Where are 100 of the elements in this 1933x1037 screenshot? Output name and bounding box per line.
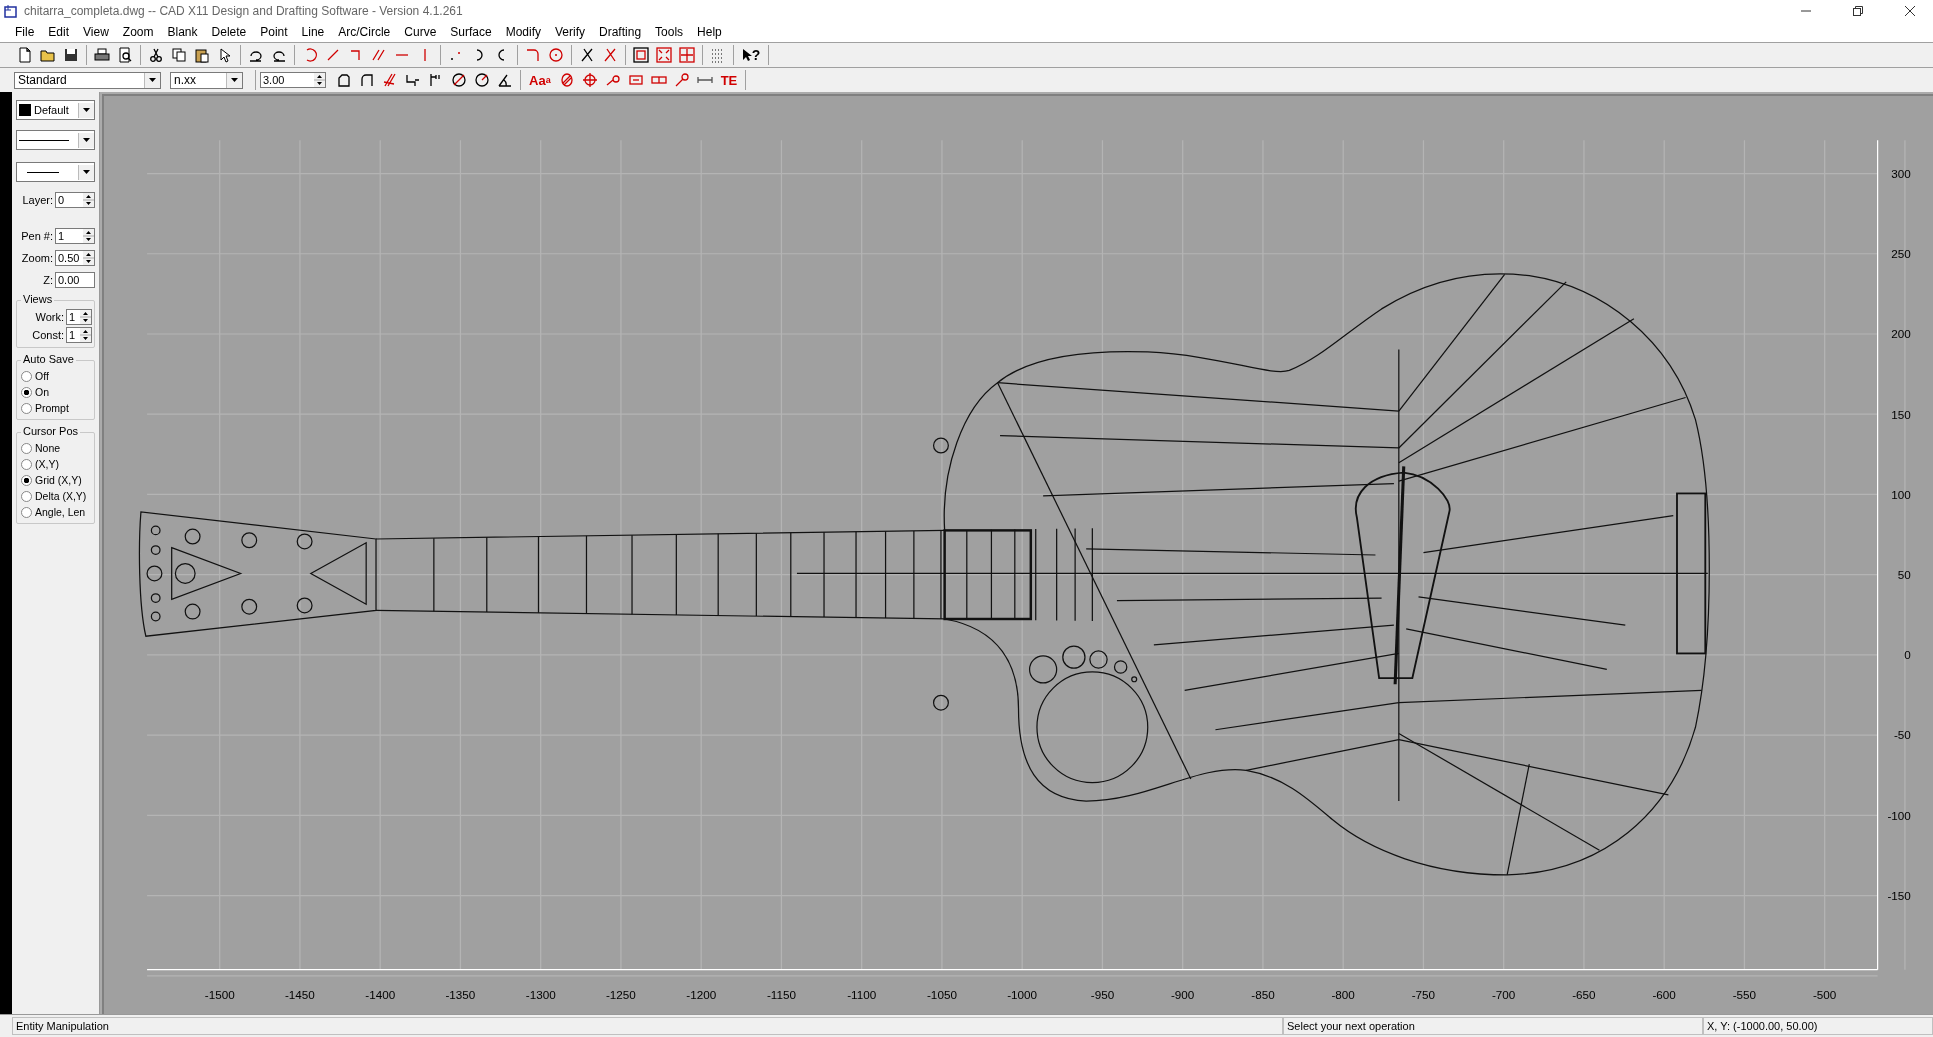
axis-label: -1050 [927, 988, 957, 1002]
spin-buttons[interactable] [314, 73, 325, 87]
radio-option[interactable]: (X,Y) [21, 457, 92, 471]
crosshair-icon [581, 72, 598, 88]
scissors-icon [148, 47, 164, 63]
menu-item[interactable]: Verify [548, 25, 593, 39]
menu-item[interactable]: Help [690, 25, 729, 39]
axis-label: -1350 [445, 988, 476, 1002]
dropdown-caret-icon [231, 78, 238, 82]
axis-label: -500 [1813, 988, 1837, 1002]
size-field[interactable]: 3.00 [260, 72, 326, 88]
spin-buttons[interactable] [83, 193, 94, 207]
print-icon [94, 47, 110, 63]
radio-option[interactable]: Prompt [21, 401, 92, 415]
drawing-canvas[interactable]: -1500 -1450 -1400 -1350 -1300 -1250 -1200 -1150 -1100 -1050 -1000 -950 -900 -850 -800 -750 -700 -650 -600 -550 -500 300 250 200 150 100 50 0 -50 -100 -150 [102, 94, 1933, 1014]
layer-field[interactable]: 0 [55, 192, 95, 208]
menu-item[interactable]: Drafting [592, 25, 649, 39]
axis-label: -50 [1893, 728, 1911, 742]
radio-option[interactable]: Grid (X,Y) [21, 473, 92, 487]
spin-buttons[interactable] [80, 328, 91, 342]
axis-label: -150 [1887, 888, 1911, 902]
work-view-field[interactable]: 1 [66, 309, 92, 325]
axis-label: -750 [1411, 988, 1436, 1002]
text-tool-button[interactable]: Aa$^{a}$ [525, 69, 555, 91]
status-prompt: Select your next operation [1283, 1017, 1703, 1035]
field-label: Zoom: [21, 252, 53, 264]
radio-option[interactable]: Delta (X,Y) [21, 489, 92, 503]
radio-option[interactable]: Off [21, 369, 92, 383]
axis-label: 250 [1891, 247, 1911, 261]
axis-label: -1400 [365, 988, 396, 1002]
line-type-icon [19, 139, 69, 141]
spin-buttons[interactable] [83, 251, 94, 265]
radio-button[interactable] [21, 458, 32, 470]
radio-button[interactable] [21, 402, 32, 414]
axis-label: -950 [1090, 988, 1115, 1002]
color-swatch [19, 104, 31, 116]
pen-field[interactable]: 1 [55, 228, 95, 244]
radio-button[interactable] [21, 506, 32, 518]
radio-button[interactable] [21, 474, 32, 486]
pointer-icon [217, 47, 233, 63]
field-label: Work: [35, 311, 64, 323]
dropdown-caret-icon [83, 108, 90, 112]
close-icon [1905, 6, 1915, 16]
menu-item[interactable]: Delete [204, 25, 254, 39]
line-width-dropdown[interactable] [16, 162, 95, 182]
menu-item[interactable]: View [76, 25, 116, 39]
copy-icon [171, 47, 187, 63]
line-width-icon [27, 171, 59, 173]
label-box-icon [627, 72, 644, 88]
radio-option[interactable]: Angle, Len [21, 505, 92, 519]
menu-item[interactable]: Modify [498, 25, 548, 39]
balloon-icon [673, 72, 690, 88]
text-edit-button[interactable]: TE [716, 69, 742, 91]
spin-buttons[interactable] [80, 310, 91, 324]
diameter-icon [451, 72, 467, 88]
menu-item[interactable]: Line [294, 25, 332, 39]
menu-item[interactable]: Edit [41, 25, 77, 39]
new-file-icon [17, 47, 33, 63]
menu-item[interactable]: Curve [397, 25, 444, 39]
group-label: Cursor Pos [21, 425, 81, 437]
zoom-field[interactable]: 0.50 [55, 250, 95, 266]
help-button[interactable]: ? [738, 44, 764, 66]
axis-label: -1200 [686, 988, 717, 1002]
print-preview-icon [117, 47, 133, 63]
toolbar-button[interactable] [630, 44, 652, 66]
field-label: Const: [32, 329, 64, 341]
menu-item[interactable]: Tools [648, 25, 691, 39]
group-label: Views [21, 293, 55, 305]
axis-label: 300 [1891, 166, 1911, 180]
app-icon [4, 4, 18, 18]
zoom-window-icon [633, 47, 649, 63]
save-icon [63, 47, 79, 63]
format-dropdown[interactable]: n.xx [170, 71, 243, 89]
axis-label: -1300 [525, 988, 556, 1002]
radio-button[interactable] [21, 386, 32, 398]
color-dropdown[interactable]: Default [16, 100, 95, 120]
menu-item[interactable]: Point [253, 25, 295, 39]
radio-button[interactable] [21, 442, 32, 454]
line-type-dropdown[interactable] [16, 130, 95, 150]
dropdown-caret-icon [83, 138, 90, 142]
menu-item[interactable]: Surface [443, 25, 499, 39]
menu-item[interactable]: File [8, 25, 42, 39]
paste-icon [194, 47, 210, 63]
menu-item[interactable]: Arc/Circle [331, 25, 398, 39]
axis-label: 100 [1891, 487, 1911, 501]
menu-item[interactable]: Zoom [115, 25, 161, 39]
radio-button[interactable] [21, 370, 32, 382]
radio-option[interactable]: On [21, 385, 92, 399]
radio-button[interactable] [21, 490, 32, 502]
spin-buttons[interactable] [83, 229, 94, 243]
style-dropdown[interactable]: Standard [14, 71, 161, 89]
status-mode: Entity Manipulation [12, 1017, 1283, 1035]
z-field[interactable]: 0.00 [55, 272, 95, 288]
angle-icon [497, 72, 513, 88]
const-view-field[interactable]: 1 [66, 327, 92, 343]
axis-label: 50 [1897, 568, 1911, 581]
window-title: chitarra_completa.dwg -- CAD X11 Design and Drafting Software - Version 4.1.261 [24, 4, 464, 18]
group-label: Auto Save [21, 353, 76, 365]
radio-option[interactable]: None [21, 441, 92, 455]
menu-item[interactable]: Blank [160, 25, 205, 39]
